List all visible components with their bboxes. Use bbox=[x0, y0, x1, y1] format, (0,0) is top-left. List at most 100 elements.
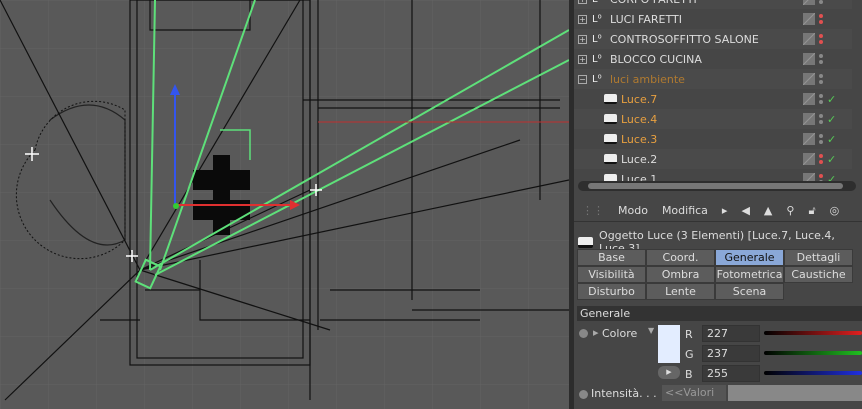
expand-toggle-icon[interactable]: + bbox=[578, 34, 587, 44]
color-swatch[interactable] bbox=[658, 325, 680, 363]
expand-toggle-icon[interactable]: + bbox=[578, 14, 587, 24]
color-anim-radio[interactable] bbox=[579, 329, 588, 338]
object-row[interactable]: + L⁰ CONTROSOFFITTO SALONE bbox=[574, 29, 852, 49]
tab-base[interactable]: Base bbox=[577, 249, 646, 266]
tab-ombra[interactable]: Ombra bbox=[646, 266, 715, 283]
tab-dettagli[interactable]: Dettagli bbox=[784, 249, 853, 266]
light-object-icon bbox=[578, 236, 594, 248]
grip-icon: ⋮⋮ bbox=[582, 204, 604, 217]
visibility-dots[interactable] bbox=[819, 0, 823, 4]
layer-icon[interactable] bbox=[803, 13, 815, 25]
intensity-anim-radio[interactable] bbox=[579, 390, 588, 399]
enabled-check-icon[interactable]: ✓ bbox=[827, 113, 836, 126]
object-row[interactable]: + L⁰ CORPO FARETTI bbox=[574, 0, 852, 9]
layer-icon[interactable] bbox=[803, 153, 815, 165]
layer-icon[interactable] bbox=[803, 133, 815, 145]
3d-viewport[interactable] bbox=[0, 0, 569, 409]
object-name: Luce.2 bbox=[621, 152, 658, 166]
expand-toggle-icon[interactable]: + bbox=[578, 0, 587, 4]
enabled-check-icon[interactable]: ✓ bbox=[827, 133, 836, 146]
expand-arrow-icon[interactable]: ▸ bbox=[593, 326, 599, 339]
light-icon bbox=[604, 94, 617, 104]
tab-lente[interactable]: Lente bbox=[646, 283, 715, 300]
b-field[interactable]: 255 bbox=[702, 365, 760, 382]
up-arrow-icon[interactable]: ▲ bbox=[764, 204, 772, 217]
null-object-icon: L⁰ bbox=[592, 33, 602, 45]
visibility-dots[interactable] bbox=[819, 94, 823, 104]
visibility-dots[interactable] bbox=[819, 114, 823, 124]
r-slider[interactable] bbox=[764, 331, 862, 335]
object-name: BLOCCO CUCINA bbox=[610, 52, 702, 66]
light-icon bbox=[604, 154, 617, 164]
expand-toggle-icon[interactable]: − bbox=[578, 74, 587, 84]
layer-icon[interactable] bbox=[803, 0, 815, 5]
object-row[interactable]: Luce.2 ✓ bbox=[574, 149, 852, 169]
layer-icon[interactable] bbox=[803, 73, 815, 85]
null-object-icon: L⁰ bbox=[592, 73, 602, 85]
viewport-drawing bbox=[0, 0, 569, 409]
visibility-dots[interactable] bbox=[819, 154, 823, 164]
object-row[interactable]: + L⁰ BLOCCO CUCINA bbox=[574, 49, 852, 69]
visibility-dots[interactable] bbox=[819, 54, 823, 64]
attribute-manager: ⋮⋮ Modo Modifica ▸ ◀ ▲ ⚲ 🔓︎ ◎ Oggetto Lu… bbox=[574, 200, 862, 409]
intensity-slider[interactable] bbox=[728, 385, 862, 401]
object-name: Luce.3 bbox=[621, 132, 658, 146]
visibility-dots[interactable] bbox=[819, 134, 823, 144]
lock-icon[interactable]: 🔓︎ bbox=[808, 204, 815, 218]
b-slider[interactable] bbox=[764, 371, 862, 375]
tab-scena[interactable]: Scena bbox=[715, 283, 784, 300]
layer-icon[interactable] bbox=[803, 53, 815, 65]
horizontal-scrollbar[interactable] bbox=[578, 181, 856, 191]
menu-modo[interactable]: Modo bbox=[618, 204, 648, 217]
color-picker-toggle[interactable]: ▶ bbox=[658, 366, 680, 379]
intensity-label: Intensità. . . bbox=[591, 387, 657, 400]
r-label: R bbox=[685, 328, 693, 341]
tab-coord[interactable]: Coord. bbox=[646, 249, 715, 266]
null-object-icon: L⁰ bbox=[592, 53, 602, 65]
search-icon[interactable]: ⚲ bbox=[786, 204, 794, 217]
g-label: G bbox=[685, 348, 694, 361]
object-row[interactable]: Luce.7 ✓ bbox=[574, 89, 852, 109]
tab-generale[interactable]: Generale bbox=[715, 249, 784, 266]
target-icon[interactable]: ◎ bbox=[830, 204, 840, 217]
object-row[interactable]: − L⁰ luci ambiente bbox=[574, 69, 852, 89]
r-field[interactable]: 227 bbox=[702, 325, 760, 342]
enabled-check-icon[interactable]: ✓ bbox=[827, 153, 836, 166]
object-name: CORPO FARETTI bbox=[610, 0, 697, 6]
light-icon bbox=[604, 114, 617, 124]
tab-disturbo[interactable]: Disturbo bbox=[577, 283, 646, 300]
layer-icon[interactable] bbox=[803, 113, 815, 125]
object-name: LUCI FARETTI bbox=[610, 12, 682, 26]
object-row[interactable]: + L⁰ LUCI FARETTI bbox=[574, 9, 852, 29]
object-name: luci ambiente bbox=[610, 72, 685, 86]
section-header: Generale bbox=[577, 306, 862, 321]
visibility-dots[interactable] bbox=[819, 14, 823, 24]
tab-fotometrica[interactable]: Fotometrica bbox=[715, 266, 784, 283]
visibility-dots[interactable] bbox=[819, 74, 823, 84]
expand-toggle-icon[interactable]: + bbox=[578, 54, 587, 64]
object-name: CONTROSOFFITTO SALONE bbox=[610, 32, 759, 46]
object-manager: + L⁰ CORPO FARETTI + L⁰ LUCI FARETTI + L⁰ CONTRO… bbox=[574, 0, 862, 200]
enabled-check-icon[interactable]: ✓ bbox=[827, 93, 836, 106]
null-object-icon: L⁰ bbox=[592, 13, 602, 25]
menu-modifica[interactable]: Modifica bbox=[662, 204, 708, 217]
visibility-dots[interactable] bbox=[819, 34, 823, 44]
arrow-right-icon[interactable]: ▸ bbox=[722, 204, 728, 217]
tab-caustiche[interactable]: Caustiche bbox=[784, 266, 853, 283]
layer-icon[interactable] bbox=[803, 33, 815, 45]
light-icon bbox=[604, 134, 617, 144]
layer-icon[interactable] bbox=[803, 93, 815, 105]
null-object-icon: L⁰ bbox=[592, 0, 602, 5]
b-label: B bbox=[685, 368, 693, 381]
object-row[interactable]: Luce.4 ✓ bbox=[574, 109, 852, 129]
g-slider[interactable] bbox=[764, 351, 862, 355]
tab-visibilit[interactable]: Visibilità bbox=[577, 266, 646, 283]
color-label: Colore bbox=[602, 327, 638, 340]
object-row[interactable]: Luce.3 ✓ bbox=[574, 129, 852, 149]
object-name: Luce.4 bbox=[621, 112, 658, 126]
back-arrow-icon[interactable]: ◀ bbox=[741, 204, 749, 217]
object-name: Luce.7 bbox=[621, 92, 658, 106]
g-field[interactable]: 237 bbox=[702, 345, 760, 362]
dropdown-arrow-icon[interactable]: ▼ bbox=[648, 326, 654, 335]
intensity-field[interactable]: <<Valori bbox=[662, 385, 726, 401]
